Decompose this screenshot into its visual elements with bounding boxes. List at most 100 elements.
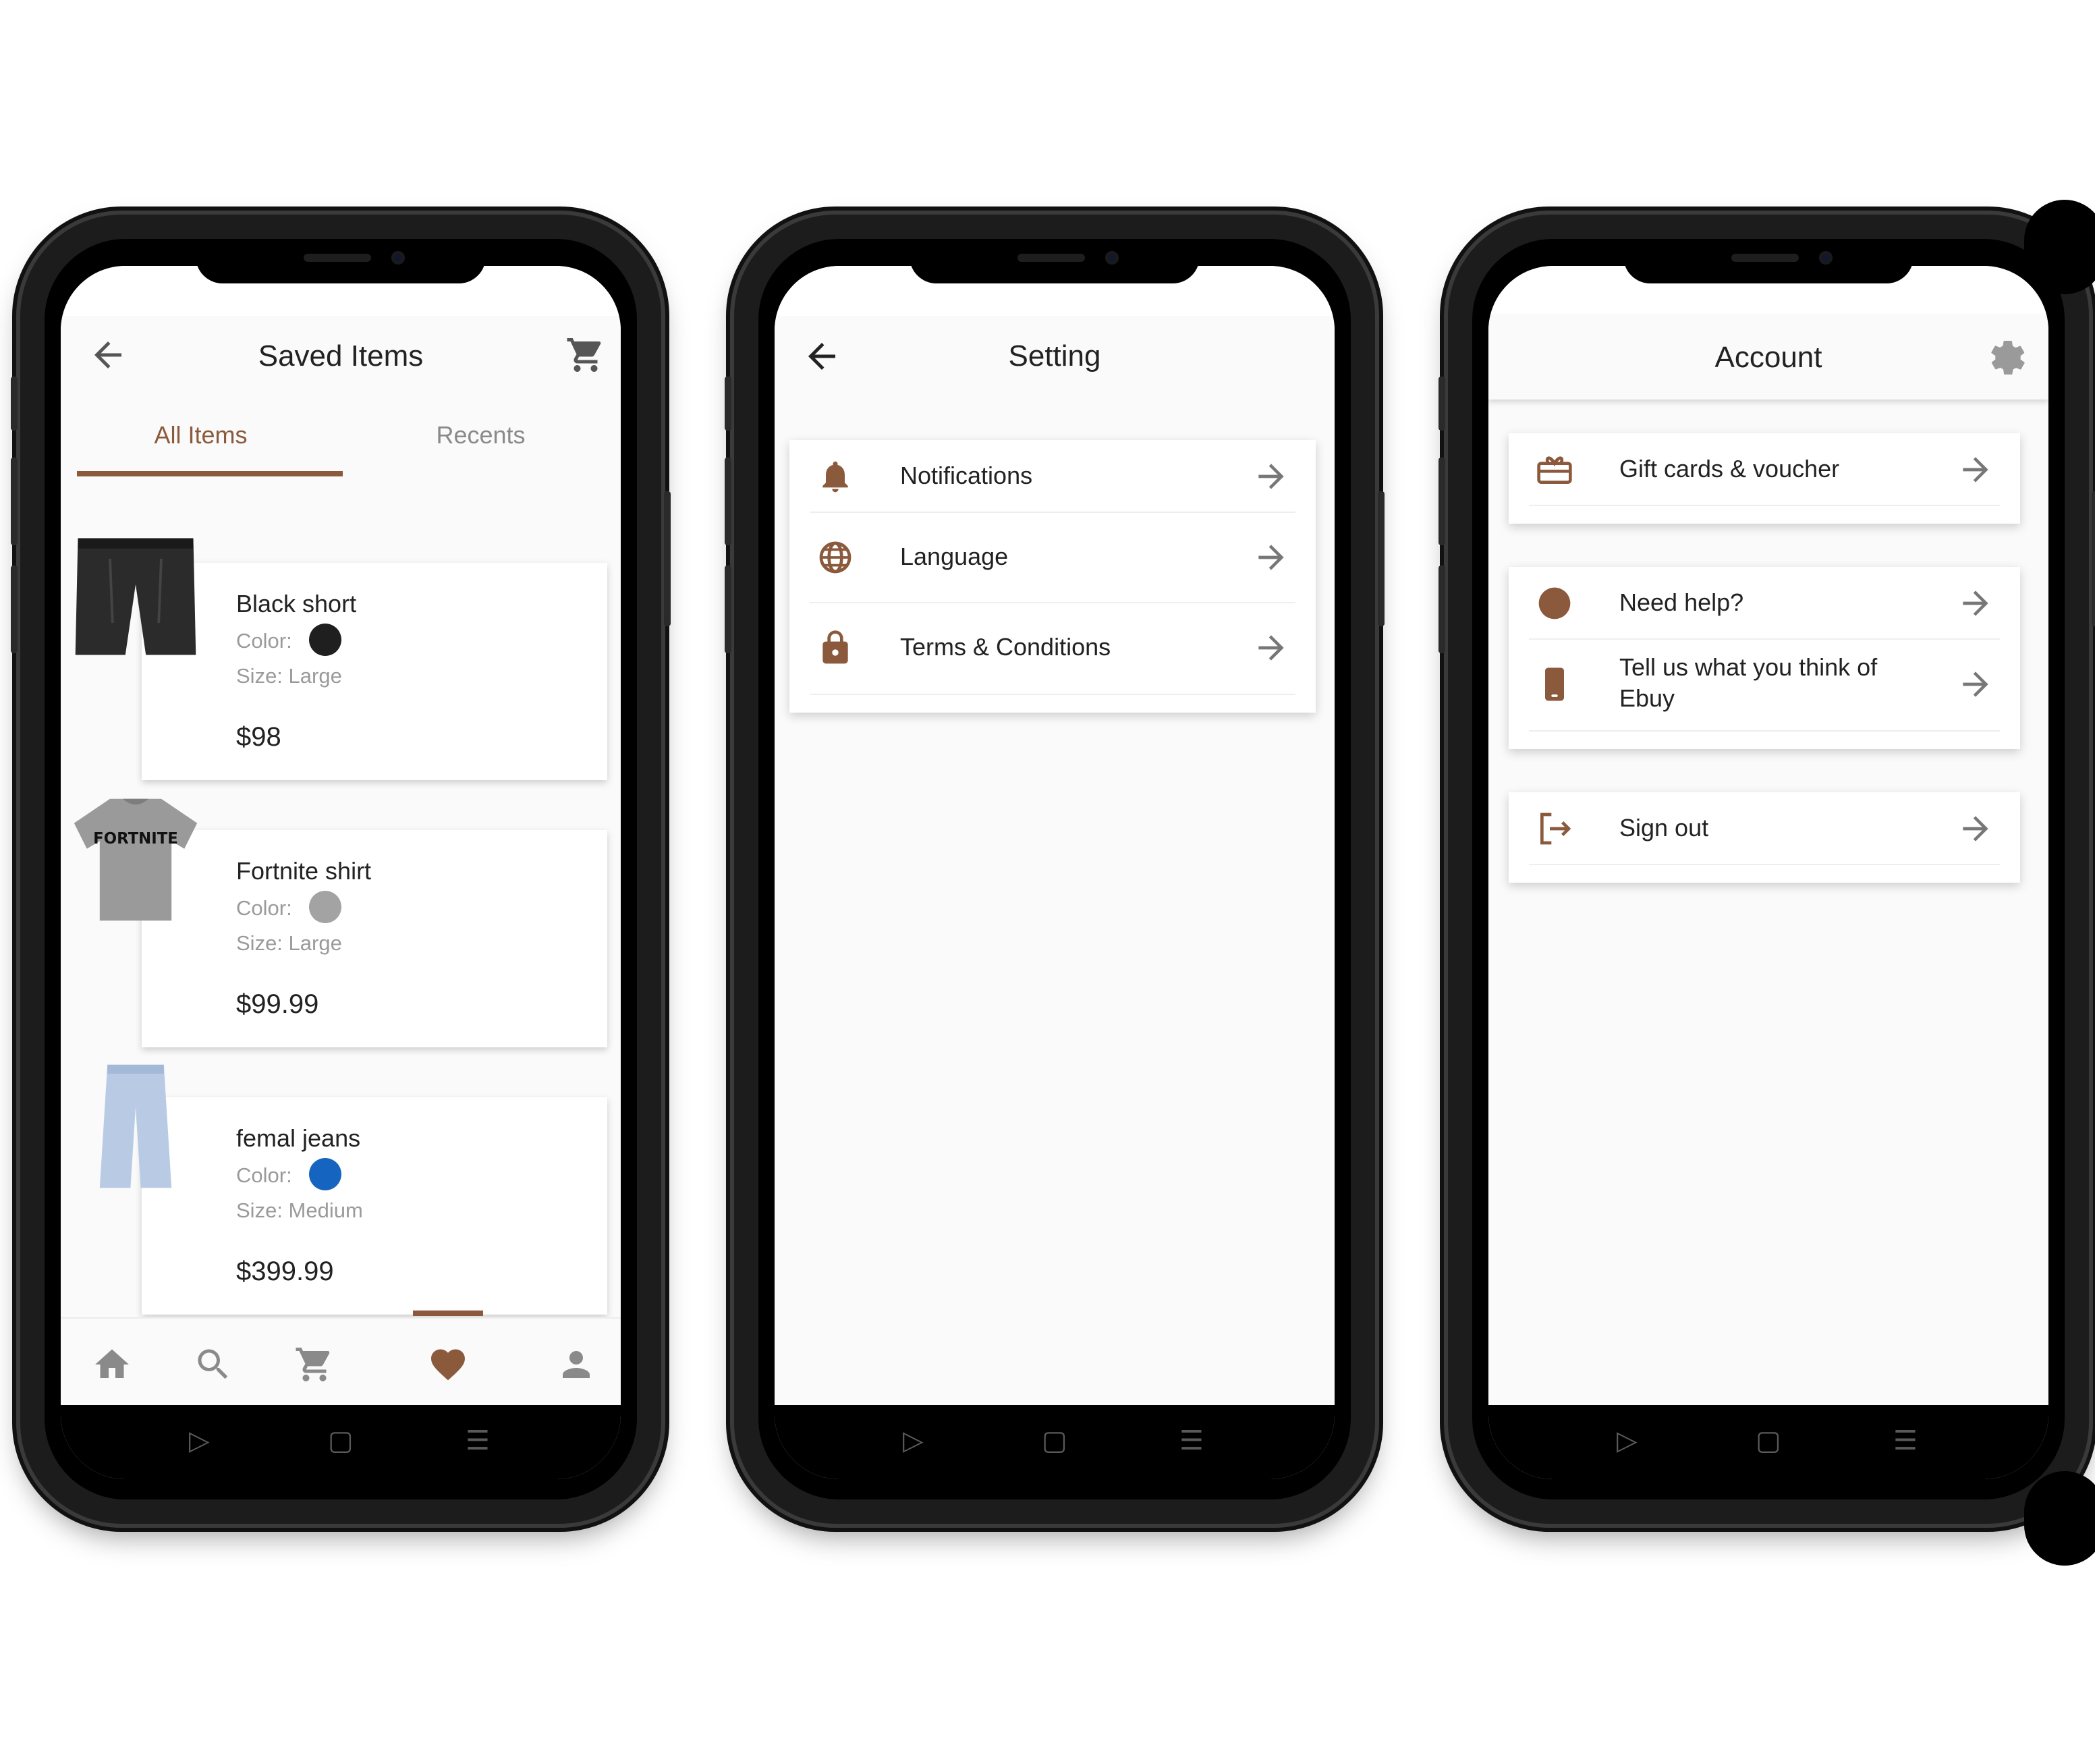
help-section: Need help? Tell us what you think of Ebu… [1509,567,2020,749]
settings-row-notifications[interactable]: Notifications [810,440,1295,513]
arrow-right-icon [1963,816,1988,842]
bottom-navigation [61,1311,621,1405]
volume-button [11,458,18,545]
tab-indicator [77,471,343,476]
row-label-continued: Ebuy [1619,684,1675,712]
volume-button [725,566,731,653]
account-row-need-help[interactable]: Need help? [1529,567,2000,640]
settings-row-language[interactable]: Language [810,512,1295,603]
settings-card: Notifications Language Terms & Condition… [789,440,1316,713]
phone-account: Account Gift cards & voucher Need help? … [1438,215,2095,1524]
power-button [2092,491,2095,626]
black-short-image [75,538,196,655]
system-navigation-bar: ▷ ▢ ☰ [1488,1405,2048,1479]
volume-button [725,458,731,545]
screen: Saved Items All Items Recents Black shor… [61,266,621,1479]
saved-item-card[interactable]: Fortnite shirt Color: Size: Large $99.99 [142,830,607,1047]
phone-bezel: Setting Notifications Language Terms & C… [758,239,1351,1499]
page-title: Saved Items [258,339,424,373]
cropped-phone-edge [2024,200,2095,294]
arrow-left-icon[interactable] [88,335,128,375]
item-price: $399.99 [236,1257,334,1286]
tab-all-items[interactable]: All Items [61,398,341,472]
person-icon[interactable] [556,1344,596,1385]
volume-button [11,377,18,431]
item-name: femal jeans [236,1124,361,1152]
system-menu-button[interactable]: ☰ [466,1425,490,1456]
settings-row-terms[interactable]: Terms & Conditions [810,602,1295,695]
cart-icon[interactable] [565,335,606,375]
gift-card-icon [1537,456,1572,484]
search-icon[interactable] [193,1344,233,1385]
fortnite-shirt-image: FORTNITE [74,798,198,921]
row-label: Sign out [1619,814,1709,842]
system-menu-button[interactable]: ☰ [1179,1425,1204,1456]
system-navigation-bar: ▷ ▢ ☰ [61,1405,621,1479]
phone-bezel: Account Gift cards & voucher Need help? … [1472,239,2065,1499]
saved-item-card[interactable]: Black short Color: Size: Large $98 [142,563,607,780]
phone-bezel: Saved Items All Items Recents Black shor… [45,239,637,1499]
system-menu-button[interactable]: ☰ [1893,1425,1918,1456]
shirt-print: FORTNITE [93,830,178,848]
row-label: Need help? [1619,588,1744,616]
row-label: Notifications [900,462,1033,489]
page-title: Setting [1008,339,1101,373]
tab-recents[interactable]: Recents [341,398,621,472]
row-label: Terms & Conditions [900,633,1111,661]
page-title: Account [1714,341,1822,374]
notch [196,239,486,283]
sign-out-icon [1540,812,1571,845]
phone-icon [1545,667,1564,701]
volume-button [1438,377,1445,431]
row-label: Language [900,543,1009,570]
app-bar: Account [1488,316,2048,399]
item-size: Size: Large [236,664,342,688]
system-home-button[interactable]: ▢ [1042,1425,1067,1456]
power-button [664,491,671,626]
sign-out-section: Sign out [1509,792,2020,883]
item-size: Size: Large [236,931,342,955]
saved-item-card[interactable]: femal jeans Color: Size: Medium $399.99 [142,1097,607,1315]
lock-icon [822,630,848,664]
home-icon[interactable] [92,1344,132,1385]
globe-icon [819,541,851,574]
system-home-button[interactable]: ▢ [328,1425,354,1456]
arrow-left-icon[interactable] [802,336,842,377]
item-color-label: Color: [236,1163,292,1187]
phone-saved-items: Saved Items All Items Recents Black shor… [11,215,671,1524]
system-back-button[interactable]: ▷ [1617,1425,1638,1456]
arrow-right-icon [1258,464,1284,489]
gear-icon[interactable] [1988,337,2028,378]
system-back-button[interactable]: ▷ [189,1425,210,1456]
item-name: Fortnite shirt [236,857,372,885]
account-row-sign-out[interactable]: Sign out [1529,792,2000,865]
power-button [1378,491,1385,626]
arrow-right-icon [1963,671,1988,697]
system-home-button[interactable]: ▢ [1756,1425,1781,1456]
arrow-right-icon [1258,635,1284,661]
heart-icon[interactable] [428,1344,468,1385]
tab-bar: All Items Recents [61,398,621,479]
color-swatch [309,624,341,656]
item-size: Size: Medium [236,1198,363,1222]
bell-icon [822,461,848,493]
account-row-gift-cards[interactable]: Gift cards & voucher [1529,433,2000,506]
screen: Setting Notifications Language Terms & C… [775,266,1335,1479]
app-bar: Saved Items [61,316,621,397]
volume-button [725,377,731,431]
volume-button [1438,458,1445,545]
nav-active-indicator [413,1311,483,1316]
item-price: $98 [236,722,281,752]
system-back-button[interactable]: ▷ [903,1425,924,1456]
gift-card-section: Gift cards & voucher [1509,433,2020,524]
cropped-phone-edge [2024,1471,2095,1566]
cart-icon[interactable] [294,1344,335,1385]
row-label: Gift cards & voucher [1619,455,1840,483]
arrow-right-icon [1963,457,1988,483]
volume-button [1438,566,1445,653]
arrow-right-icon [1963,590,1988,616]
jeans-image [99,1064,172,1188]
screen: Account Gift cards & voucher Need help? … [1488,266,2048,1479]
circle-icon [1538,587,1571,619]
account-row-feedback[interactable]: Tell us what you think of Ebuy [1529,638,2000,732]
